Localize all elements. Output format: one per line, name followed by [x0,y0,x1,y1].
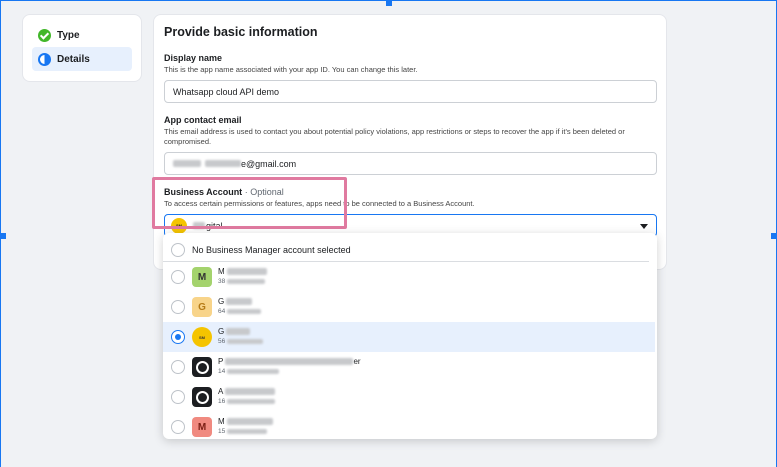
chevron-down-icon[interactable] [640,224,648,229]
redacted-text [205,160,241,167]
option-text: G 64 [218,297,262,317]
option-name: P [218,357,224,366]
display-name-group: Display name This is the app name associ… [164,53,657,103]
display-name-help: This is the app name associated with you… [164,65,418,74]
option-id: 38 [218,278,226,285]
business-logo-avatar: SM [171,217,187,234]
step-details-label: Details [57,53,90,65]
radio-button[interactable] [171,300,185,314]
option-id: 56 [218,338,226,345]
display-name-label: Display name [164,53,223,63]
business-account-label-text: Business Account [164,187,243,197]
optional-tag: · Optional [244,187,284,197]
option-name: M [218,417,225,426]
option-none-label: No Business Manager account selected [192,244,351,255]
list-item-selected[interactable]: SM G 56 [163,322,655,352]
option-name: M [218,267,225,276]
business-account-help: To access certain permissions or feature… [164,199,475,208]
step-type-label: Type [57,29,80,41]
steps-nav: Type Details [22,14,142,82]
radio-button-checked[interactable] [171,330,185,344]
option-text: P er 14 [218,357,361,377]
resize-handle-left[interactable] [0,233,6,239]
contact-email-label: App contact email [164,115,242,125]
check-circle-icon [38,28,51,42]
list-item[interactable]: P er 14 [163,352,657,382]
redacted-text [226,298,253,306]
meta-logo-icon [192,387,212,407]
list-item[interactable]: A 16 [163,382,657,412]
redacted-text [225,358,354,366]
business-account-dropdown: No Business Manager account selected M M… [163,233,657,439]
radio-button[interactable] [171,360,185,374]
list-item[interactable]: M M 15 [163,412,657,442]
list-item[interactable]: M M 38 [163,262,657,292]
option-text: A 16 [218,387,276,407]
option-none[interactable]: No Business Manager account selected [163,238,649,262]
display-name-value: Whatsapp cloud API demo [173,86,280,97]
radio-button[interactable] [171,390,185,404]
half-circle-icon [38,52,51,66]
option-id: 16 [218,398,226,405]
contact-email-value: e@gmail.com [241,158,297,169]
business-account-selected: gital [206,220,223,231]
option-text: M 38 [218,267,267,287]
option-name: A [218,387,223,396]
step-type[interactable]: Type [32,23,132,47]
contact-email-help: This email address is used to contact yo… [164,127,625,146]
redacted-text [226,328,251,336]
redacted-text [227,428,268,434]
option-name: G [218,327,225,336]
business-account-label: Business Account · Optional [164,187,656,197]
redacted-text [227,308,262,314]
option-text: M 15 [218,417,273,437]
contact-email-input[interactable]: e@gmail.com [164,152,657,175]
redacted-text [227,338,264,344]
step-details[interactable]: Details [32,47,132,71]
basic-info-panel: Provide basic information Display name T… [153,14,667,270]
account-avatar: M [192,417,212,437]
list-item[interactable]: G G 64 [163,292,657,322]
option-name: G [218,297,225,306]
radio-button[interactable] [171,270,185,284]
business-account-group: Business Account · Optional To access ce… [164,187,657,237]
redacted-text [227,398,276,404]
redacted-text [226,418,273,426]
radio-button[interactable] [171,420,185,434]
account-avatar: G [192,297,212,317]
meta-logo-icon [192,357,212,377]
option-id: 64 [218,308,226,315]
redacted-text [227,368,280,374]
panel-title: Provide basic information [164,25,318,39]
resize-handle-right[interactable] [771,233,777,239]
redacted-text [193,222,205,229]
redacted-text [226,268,267,276]
radio-button[interactable] [171,242,185,257]
redacted-text [227,278,266,284]
display-name-input[interactable]: Whatsapp cloud API demo [164,80,657,103]
redacted-text [173,160,201,167]
option-name-suffix: er [353,357,361,366]
option-list: M M 38 G G 64 SM G 56 P er 14 A 16 M M 1… [163,262,657,442]
option-text: G 56 [218,327,264,347]
option-id: 15 [218,428,226,435]
option-id: 14 [218,368,226,375]
contact-email-group: App contact email This email address is … [164,115,657,175]
account-avatar: M [192,267,212,287]
redacted-text [225,388,276,396]
resize-handle-top[interactable] [386,0,392,6]
account-avatar: SM [192,327,212,347]
